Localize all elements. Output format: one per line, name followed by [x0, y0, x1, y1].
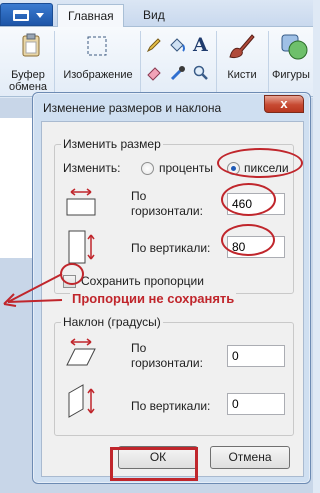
skew-horizontal-input[interactable] [227, 345, 285, 367]
ribbon-separator [268, 31, 269, 93]
vertical-value-highlight [221, 224, 275, 256]
eraser-icon[interactable] [146, 65, 162, 81]
skew-horizontal-label-2: горизонтали: [131, 356, 203, 370]
annotation-arrow [3, 273, 63, 307]
resize-group-label: Изменить размер [61, 137, 163, 151]
color-picker-icon[interactable] [170, 65, 186, 81]
skew-group: Наклон (градусы) По горизонтали: По верт… [54, 315, 294, 436]
pixels-highlight-circle [217, 148, 303, 178]
tab-view[interactable]: Вид [133, 4, 175, 27]
resize-vertical-label: По вертикали: [131, 241, 211, 255]
percent-radio[interactable] [141, 162, 154, 175]
resize-by-label: Изменить: [63, 161, 121, 175]
resize-horizontal-label-2: горизонтали: [131, 204, 203, 218]
skew-group-label: Наклон (градусы) [61, 315, 163, 329]
keep-ratio-label[interactable]: Сохранить пропорции [81, 274, 204, 289]
dialog-title: Изменение размеров и наклона [43, 101, 222, 115]
ok-highlight-rect [110, 447, 198, 481]
brush-icon[interactable] [226, 31, 256, 61]
annotation-text: Пропорции не сохранять [70, 291, 237, 306]
app-menu-icon [13, 10, 29, 21]
ribbon: Буфер обмена Изображение A Кисти Фигуры [0, 27, 313, 97]
horizontal-value-highlight [221, 183, 276, 216]
fill-bucket-icon[interactable] [168, 37, 186, 53]
cancel-button[interactable]: Отмена [210, 446, 290, 469]
app-menu-button[interactable] [0, 3, 53, 26]
shapes-label[interactable]: Фигуры [272, 69, 316, 82]
tab-home[interactable]: Главная [57, 4, 124, 27]
resize-vertical-icon [63, 229, 99, 265]
resize-horizontal-icon [63, 187, 99, 217]
magnifier-icon[interactable] [193, 65, 209, 81]
skew-vertical-input[interactable] [227, 393, 285, 415]
skew-vertical-label: По вертикали: [131, 399, 211, 413]
ribbon-separator [216, 31, 217, 93]
drawing-canvas[interactable] [0, 118, 35, 258]
pencil-icon[interactable] [146, 37, 162, 53]
skew-horizontal-label-1: По [131, 341, 147, 355]
clipboard-icon[interactable] [20, 33, 42, 57]
image-group-label[interactable]: Изображение [58, 69, 138, 82]
chevron-down-icon [36, 13, 44, 18]
ribbon-tab-bar: Главная Вид [0, 0, 313, 27]
text-tool-icon[interactable]: A [193, 34, 209, 56]
resize-horizontal-label-1: По [131, 189, 147, 203]
ribbon-separator [140, 31, 141, 93]
close-icon: x [280, 96, 288, 111]
shapes-icon[interactable] [280, 33, 310, 61]
select-icon[interactable] [86, 35, 108, 57]
skew-vertical-icon [63, 381, 99, 419]
skew-horizontal-icon [63, 337, 99, 369]
ribbon-separator [54, 31, 55, 93]
brushes-label[interactable]: Кисти [222, 69, 262, 82]
percent-radio-label[interactable]: проценты [159, 161, 213, 176]
close-button[interactable]: x [264, 95, 304, 113]
